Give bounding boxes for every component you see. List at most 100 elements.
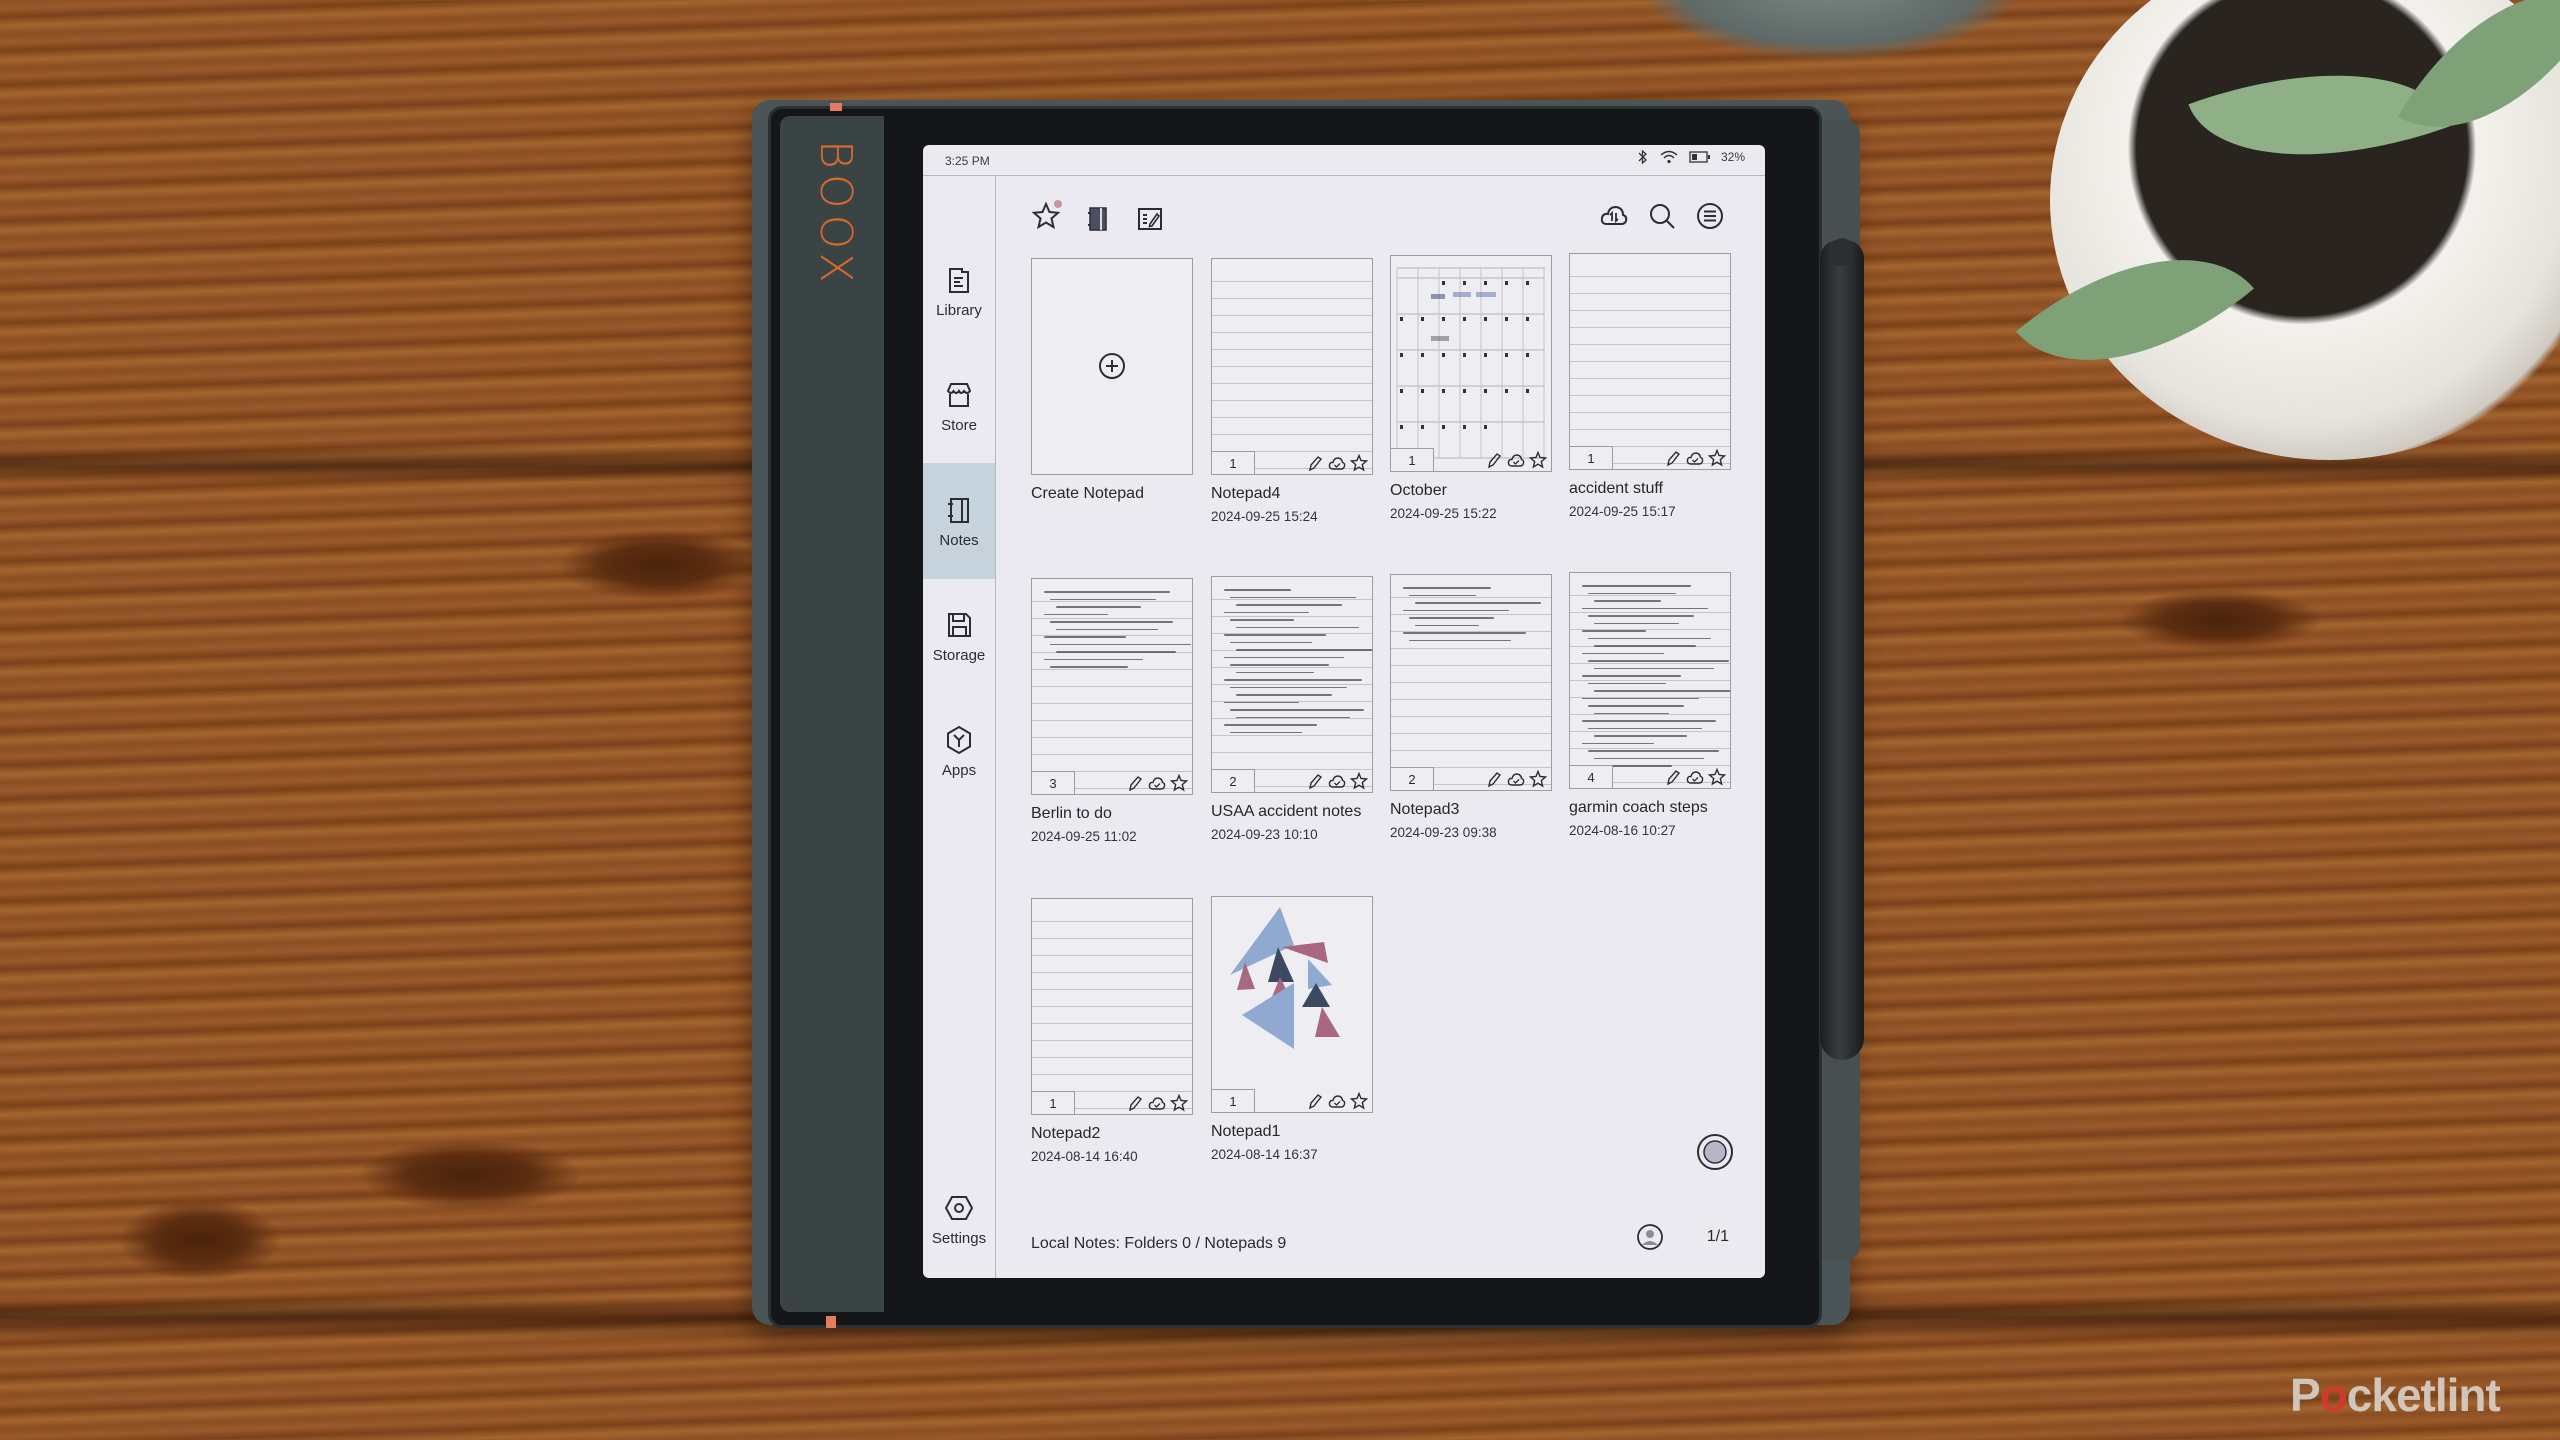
- handwriting-line: [1594, 757, 1705, 759]
- handwriting-line: [1594, 600, 1662, 602]
- note-thumbnail[interactable]: 1: [1390, 255, 1552, 472]
- stylus: [1820, 240, 1864, 1060]
- floating-action-button[interactable]: [1695, 1132, 1735, 1172]
- handwriting-line: [1230, 664, 1330, 666]
- sidebar-item-label: Store: [941, 416, 977, 434]
- note-card[interactable]: 1 accident stuff 2024-09-25 15:17: [1569, 253, 1731, 519]
- sidebar-item-settings[interactable]: Settings: [923, 1161, 995, 1277]
- note-card[interactable]: 2 Notepad3 2024-09-23 09:38: [1390, 574, 1552, 840]
- favorite-star-icon[interactable]: [1170, 1094, 1188, 1112]
- pen-icon[interactable]: [1306, 772, 1324, 790]
- cloud-synced-icon: [1686, 452, 1704, 465]
- handwriting-line: [1588, 637, 1712, 639]
- favorite-star-icon[interactable]: [1708, 768, 1726, 786]
- menu-icon[interactable]: [1695, 201, 1725, 231]
- note-card[interactable]: 1 Notepad1 2024-08-14 16:37: [1211, 896, 1373, 1162]
- note-card[interactable]: 1 October 2024-09-25 15:22: [1390, 255, 1552, 521]
- handwriting-line: [1224, 679, 1362, 681]
- handwriting-line: [1409, 617, 1494, 619]
- handwriting-line: [1582, 585, 1691, 587]
- notebook-icon[interactable]: [1083, 204, 1113, 234]
- handwriting-line: [1044, 658, 1144, 660]
- thumbnail-footer: 1: [1391, 447, 1551, 471]
- calendar-preview: [1396, 267, 1545, 459]
- sidebar-item-notes[interactable]: Notes: [923, 463, 995, 579]
- page-indicator: 1/1: [1706, 1228, 1729, 1245]
- apps-icon: [947, 725, 971, 754]
- cloud-synced-icon: [1148, 1097, 1166, 1110]
- note-title: garmin coach steps: [1569, 799, 1708, 816]
- handwriting-line: [1588, 592, 1676, 594]
- note-card[interactable]: 4 garmin coach steps 2024-08-16 10:27: [1569, 572, 1731, 838]
- note-date: 2024-08-16 10:27: [1569, 823, 1676, 838]
- page-count-badge: 3: [1032, 771, 1075, 794]
- edit-list-icon[interactable]: [1135, 204, 1165, 234]
- handwriting-line: [1050, 598, 1156, 600]
- note-thumbnail[interactable]: 2: [1390, 574, 1552, 791]
- note-thumbnail[interactable]: 1: [1211, 896, 1373, 1113]
- note-thumbnail[interactable]: 1: [1569, 253, 1731, 470]
- pen-icon[interactable]: [1126, 774, 1144, 792]
- note-card[interactable]: 2 USAA accident notes 2024-09-23 10:10: [1211, 576, 1373, 842]
- handwriting-line: [1236, 716, 1350, 718]
- favorite-star-icon[interactable]: [1529, 451, 1547, 469]
- note-card[interactable]: 3 Berlin to do 2024-09-25 11:02: [1031, 578, 1193, 844]
- page-count-badge: 1: [1212, 451, 1255, 474]
- pen-icon[interactable]: [1664, 768, 1682, 786]
- battery-percent: 32%: [1720, 150, 1745, 164]
- handwriting-line: [1588, 750, 1720, 752]
- sidebar-item-label: Apps: [941, 761, 977, 779]
- sidebar-item-store[interactable]: Store: [923, 348, 995, 464]
- favorite-star-icon[interactable]: [1170, 774, 1188, 792]
- handwriting-line: [1236, 649, 1372, 651]
- create-notepad-thumb[interactable]: [1031, 258, 1193, 475]
- handwriting-line: [1582, 607, 1709, 609]
- sidebar-item-label: Settings: [931, 1229, 987, 1247]
- page-count-badge: 2: [1391, 767, 1434, 790]
- note-thumbnail[interactable]: 1: [1211, 258, 1373, 475]
- pen-icon[interactable]: [1306, 1092, 1324, 1110]
- pen-icon[interactable]: [1485, 770, 1503, 788]
- favorite-star-icon[interactable]: [1350, 772, 1368, 790]
- note-thumbnail[interactable]: 1: [1031, 898, 1193, 1115]
- pen-icon[interactable]: [1126, 1094, 1144, 1112]
- handwriting-line: [1236, 626, 1360, 628]
- note-date: 2024-09-25 11:02: [1031, 829, 1137, 844]
- pen-icon[interactable]: [1485, 451, 1503, 469]
- thumbnail-actions: [1664, 768, 1726, 786]
- favorite-star-icon[interactable]: [1350, 454, 1368, 472]
- search-icon[interactable]: [1647, 201, 1677, 231]
- note-date: 2024-09-23 09:38: [1390, 825, 1497, 840]
- note-thumbnail[interactable]: 2: [1211, 576, 1373, 793]
- thumbnail-footer: 1: [1032, 1090, 1192, 1114]
- plant-pot-grey: [1640, 0, 2020, 60]
- favorites-button[interactable]: [1031, 200, 1062, 236]
- account-icon[interactable]: [1635, 1222, 1665, 1252]
- note-card[interactable]: 1 Notepad4 2024-09-25 15:24: [1211, 258, 1373, 524]
- thumbnail-actions: [1485, 451, 1547, 469]
- favorite-star-icon[interactable]: [1350, 1092, 1368, 1110]
- brand-logo: BOOX: [810, 140, 861, 289]
- add-circle-icon: [1099, 353, 1125, 379]
- sidebar: Library Store Notes Storage Apps Setting…: [923, 176, 996, 1278]
- handwriting-line: [1588, 682, 1667, 684]
- sidebar-item-library[interactable]: Library: [923, 233, 995, 349]
- sidebar-item-apps[interactable]: Apps: [923, 693, 995, 809]
- sidebar-item-storage[interactable]: Storage: [923, 578, 995, 694]
- note-card[interactable]: 1 Notepad2 2024-08-14 16:40: [1031, 898, 1193, 1164]
- create-notepad-card[interactable]: Create Notepad: [1031, 258, 1193, 503]
- favorite-star-icon[interactable]: [1529, 770, 1547, 788]
- pen-icon[interactable]: [1664, 449, 1682, 467]
- thumbnail-actions: [1126, 774, 1188, 792]
- note-thumbnail[interactable]: 3: [1031, 578, 1193, 795]
- battery-icon: [1689, 151, 1710, 163]
- favorite-star-icon[interactable]: [1708, 449, 1726, 467]
- handwriting-line: [1236, 604, 1342, 606]
- handwriting-line: [1224, 589, 1292, 591]
- status-right: 32%: [1637, 149, 1745, 165]
- pen-icon[interactable]: [1306, 454, 1324, 472]
- cloud-sync-icon[interactable]: [1599, 201, 1629, 231]
- note-thumbnail[interactable]: 4: [1569, 572, 1731, 789]
- handwriting-line: [1230, 641, 1312, 643]
- handwriting-line: [1403, 587, 1491, 589]
